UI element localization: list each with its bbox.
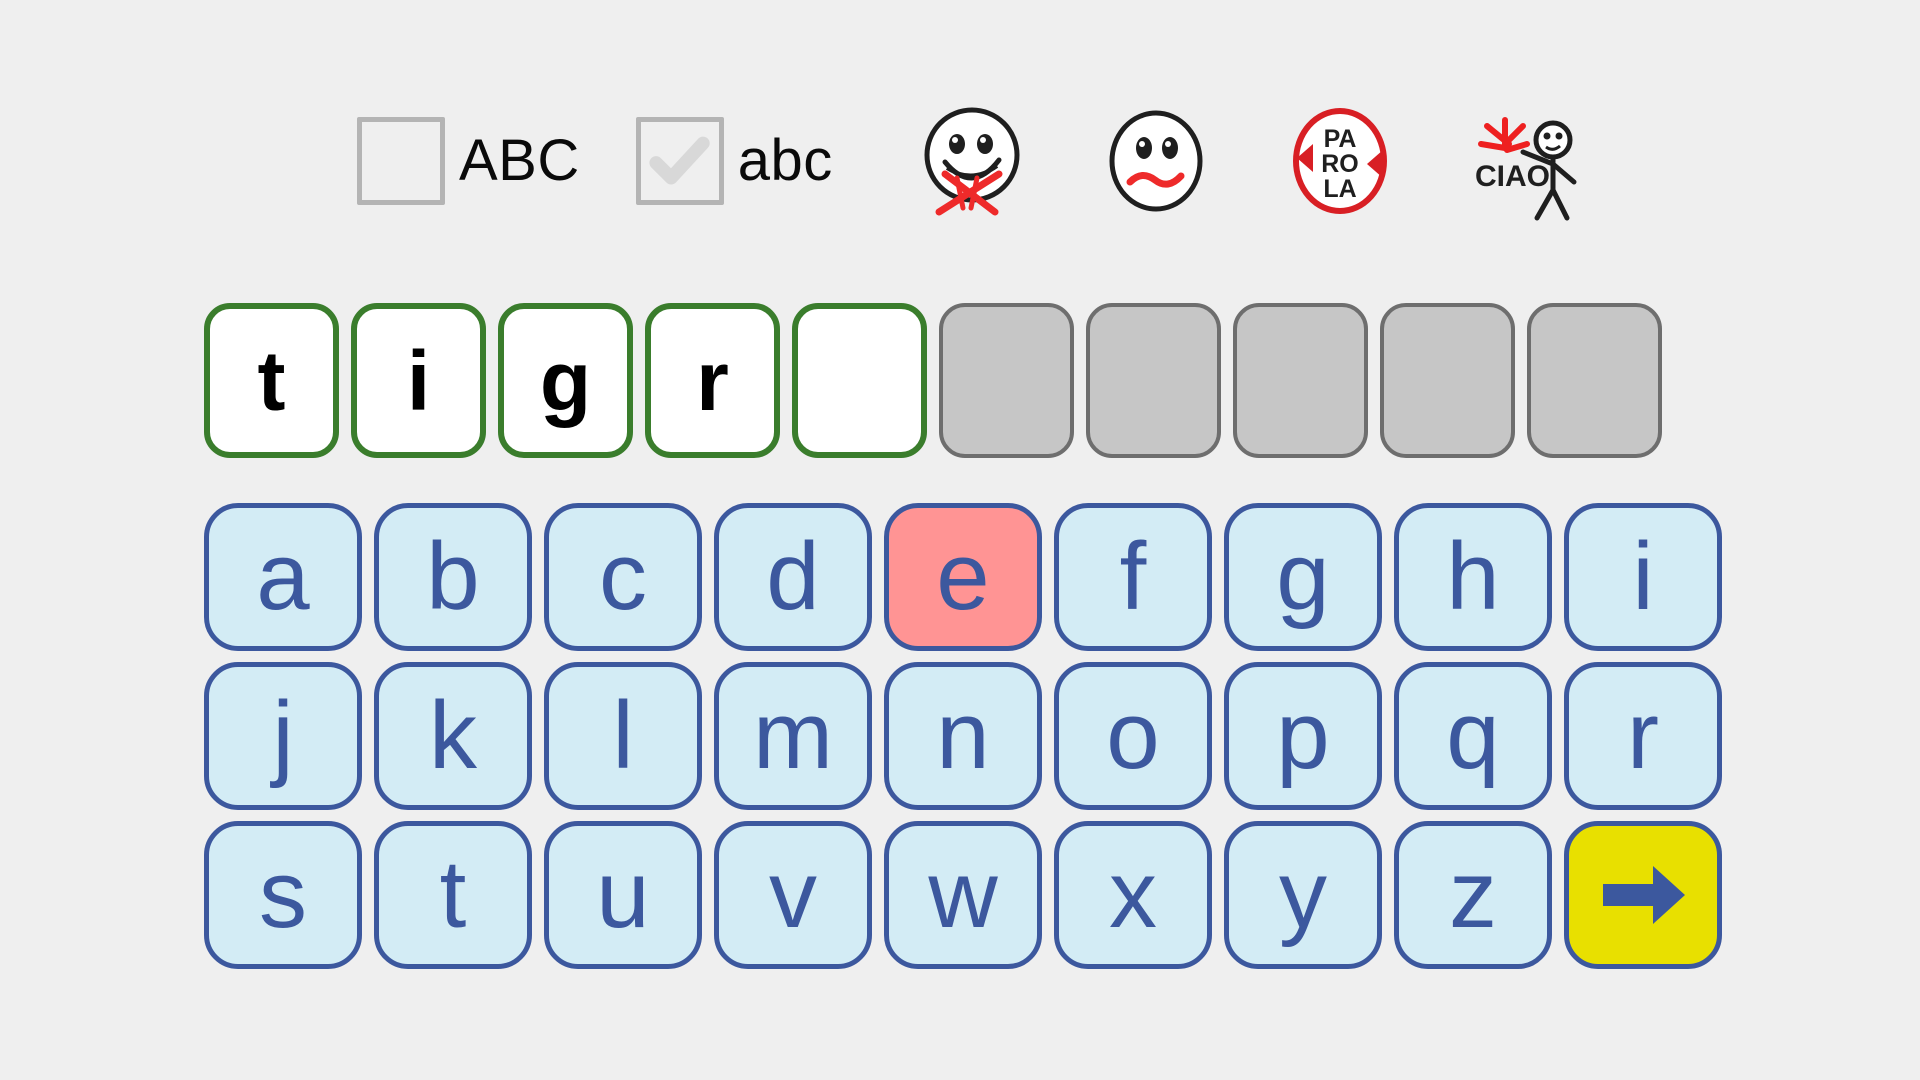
ciao-stick-figure-icon[interactable]: CIAO [1461, 100, 1583, 222]
key-p[interactable]: p [1224, 662, 1382, 810]
word-slot[interactable]: i [351, 303, 486, 458]
word-slot[interactable]: r [645, 303, 780, 458]
no-speech-face-icon[interactable] [911, 100, 1033, 222]
word-slot[interactable]: g [498, 303, 633, 458]
spelling-game-app: ABC abc PA RO LA CIAO t i g r a b c d e … [0, 0, 1920, 1080]
arrow-right-icon [1603, 866, 1685, 924]
submit-button[interactable] [1564, 821, 1722, 969]
key-h[interactable]: h [1394, 503, 1552, 651]
confused-face-icon[interactable] [1095, 100, 1217, 222]
key-a[interactable]: a [204, 503, 362, 651]
key-t[interactable]: t [374, 821, 532, 969]
word-slot[interactable] [1233, 303, 1368, 458]
key-m[interactable]: m [714, 662, 872, 810]
word-slot[interactable] [1527, 303, 1662, 458]
key-b[interactable]: b [374, 503, 532, 651]
parola-line-2: RO [1321, 150, 1359, 178]
key-u[interactable]: u [544, 821, 702, 969]
word-slot[interactable] [1086, 303, 1221, 458]
parola-line-1: PA [1323, 125, 1356, 153]
key-e[interactable]: e [884, 503, 1042, 651]
key-s[interactable]: s [204, 821, 362, 969]
key-l[interactable]: l [544, 662, 702, 810]
key-i[interactable]: i [1564, 503, 1722, 651]
uppercase-toggle-group[interactable]: ABC [357, 117, 580, 205]
keyboard-row-2: j k l m n o p q r [204, 662, 1722, 810]
uppercase-checkbox[interactable] [357, 117, 445, 205]
ciao-text: CIAO [1475, 160, 1550, 193]
on-screen-keyboard: a b c d e f g h i j k l m n o p q r s t … [204, 503, 1722, 980]
keyboard-row-3: s t u v w x y z [204, 821, 1722, 969]
key-w[interactable]: w [884, 821, 1042, 969]
word-slot[interactable] [1380, 303, 1515, 458]
uppercase-checkbox-label: ABC [459, 128, 580, 193]
key-g[interactable]: g [1224, 503, 1382, 651]
top-toolbar: ABC abc PA RO LA CIAO [0, 96, 1920, 226]
lowercase-checkbox[interactable] [635, 117, 724, 205]
key-k[interactable]: k [374, 662, 532, 810]
word-slots: t i g r [204, 303, 1662, 458]
key-j[interactable]: j [204, 662, 362, 810]
key-q[interactable]: q [1394, 662, 1552, 810]
keyboard-row-1: a b c d e f g h i [204, 503, 1722, 651]
key-d[interactable]: d [714, 503, 872, 651]
key-v[interactable]: v [714, 821, 872, 969]
parola-repeat-icon[interactable]: PA RO LA [1279, 100, 1401, 222]
key-f[interactable]: f [1054, 503, 1212, 651]
word-slot[interactable] [939, 303, 1074, 458]
lowercase-checkbox-label: abc [737, 128, 833, 193]
parola-line-3: LA [1323, 175, 1356, 203]
word-slot-active[interactable] [792, 303, 927, 458]
checkmark-icon [649, 136, 710, 185]
key-o[interactable]: o [1054, 662, 1212, 810]
key-r[interactable]: r [1564, 662, 1722, 810]
lowercase-toggle-group[interactable]: abc [635, 117, 833, 205]
key-c[interactable]: c [544, 503, 702, 651]
key-y[interactable]: y [1224, 821, 1382, 969]
word-slot[interactable]: t [204, 303, 339, 458]
key-n[interactable]: n [884, 662, 1042, 810]
key-x[interactable]: x [1054, 821, 1212, 969]
key-z[interactable]: z [1394, 821, 1552, 969]
